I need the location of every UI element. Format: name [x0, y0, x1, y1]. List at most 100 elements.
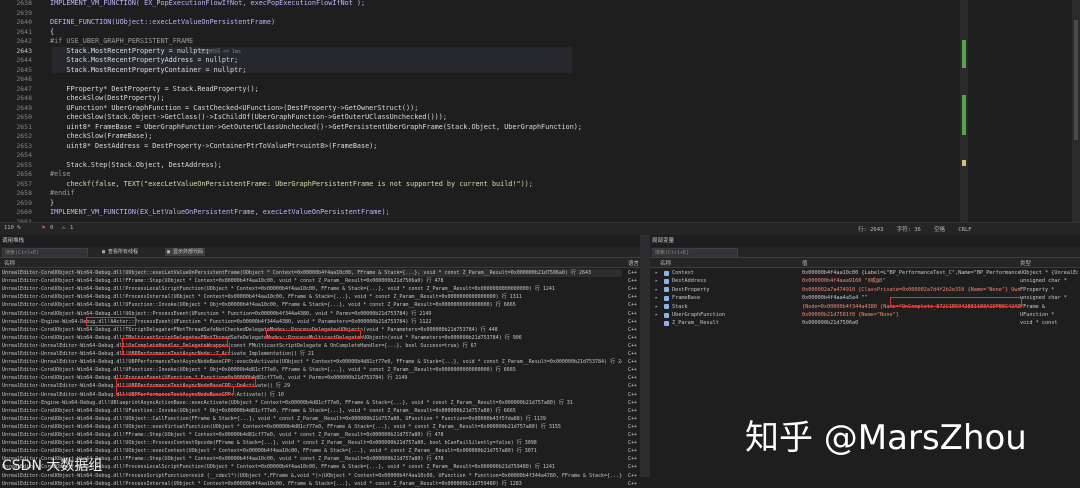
- code-line[interactable]: checkSlow(Stack.Object->GetClass()->IsCh…: [50, 113, 447, 123]
- variable-name[interactable]: UberGraphFunction: [672, 311, 725, 319]
- variable-name[interactable]: Stack: [672, 303, 688, 311]
- code-line[interactable]: #if USE_UBER_GRAPH_PERSISTENT_FRAME: [50, 37, 193, 47]
- locals-header: 名称 值 类型: [650, 258, 1080, 268]
- call-stack-search-input[interactable]: 搜索(Ctrl+E): [2, 248, 88, 258]
- line-number[interactable]: 2653: [6, 142, 32, 152]
- code-line[interactable]: #endif: [50, 189, 75, 199]
- line-number[interactable]: 2650: [6, 113, 32, 123]
- line-number[interactable]: 2652: [6, 132, 32, 142]
- show-external-code-button[interactable]: ▣ 显示外部代码: [165, 248, 206, 256]
- call-stack-row[interactable]: UnrealEditor-CoreUObject-Win64-Debug.dll…: [2, 285, 622, 293]
- line-number[interactable]: 2646: [6, 75, 32, 85]
- line-number[interactable]: 2655: [6, 161, 32, 171]
- line-number[interactable]: 2648: [6, 94, 32, 104]
- line-number[interactable]: 2659: [6, 199, 32, 209]
- line-number[interactable]: 2647: [6, 85, 32, 95]
- variable-value[interactable]: 0x000002a7a474910 {ClassPrivate=0x000002…: [802, 286, 1020, 294]
- name-column-header[interactable]: 名称: [4, 259, 15, 267]
- call-stack-row[interactable]: UnrealEditor-UnrealEditor-Win64-Debug.dl…: [2, 391, 622, 399]
- code-line[interactable]: #else: [50, 170, 70, 180]
- call-stack-row[interactable]: UnrealEditor-CoreUObject-Win64-Debug.dll…: [2, 374, 622, 382]
- call-stack-header: 名称 语言: [0, 258, 640, 268]
- variable-type: UFunction *: [1020, 312, 1055, 318]
- code-line[interactable]: FProperty* DestProperty = Stack.ReadProp…: [50, 85, 258, 95]
- line-number[interactable]: 2641: [6, 28, 32, 38]
- cursor-position: 行: 2643 字符: 36 空格 CRLF: [858, 227, 972, 233]
- call-stack-row[interactable]: UnrealEditor-CoreUObject-Win64-Debug.dll…: [2, 269, 622, 278]
- expand-chevron-icon[interactable]: ▸: [655, 294, 658, 302]
- call-stack-row[interactable]: UnrealEditor-CoreUObject-Win64-Debug.dll…: [2, 439, 622, 447]
- call-stack-row[interactable]: UnrealEditor-CoreUObject-Win64-Debug.dll…: [2, 293, 622, 301]
- line-number[interactable]: 2639: [6, 9, 32, 19]
- line-number[interactable]: 2657: [6, 180, 32, 190]
- code-line[interactable]: uint8* DestAddress = DestProperty->Conta…: [50, 142, 377, 152]
- line-number[interactable]: 2640: [6, 18, 32, 28]
- code-line[interactable]: UFunction* UberGraphFunction = CastCheck…: [50, 104, 418, 114]
- code-line[interactable]: checkSlow(FrameBase);: [50, 132, 152, 142]
- expand-chevron-icon[interactable]: ▸: [655, 311, 658, 319]
- line-number[interactable]: 2660: [6, 208, 32, 218]
- variable-value[interactable]: 0x000000b21d7506a0: [802, 319, 1020, 327]
- line-number[interactable]: 2658: [6, 189, 32, 199]
- call-stack-row[interactable]: UnrealEditor-CoreUObject-Win64-Debug.dll…: [2, 431, 622, 439]
- line-number[interactable]: 2651: [6, 123, 32, 133]
- line-number[interactable]: 2642: [6, 37, 32, 47]
- code-line[interactable]: Stack.MostRecentPropertyAddress = nullpt…: [50, 56, 238, 66]
- error-icon[interactable]: ✖: [42, 225, 45, 231]
- call-stack-row[interactable]: UnrealEditor-CoreUObject-Win64-Debug.dll…: [2, 423, 622, 431]
- line-number[interactable]: 2649: [6, 104, 32, 114]
- call-stack-lang: C++: [628, 432, 638, 438]
- show-all-threads-button[interactable]: ▦ 查看所有线程: [100, 248, 140, 256]
- expand-chevron-icon[interactable]: ▸: [655, 303, 658, 311]
- lang-column-header[interactable]: 语言: [628, 259, 639, 267]
- line-number[interactable]: 2654: [6, 151, 32, 161]
- line-number[interactable]: 2643: [6, 47, 32, 57]
- warning-icon[interactable]: ⚠: [62, 225, 65, 231]
- call-stack-row[interactable]: UnrealEditor-UnrealEditor-Win64-Debug.dl…: [2, 358, 622, 366]
- code-line[interactable]: checkSlow(DestProperty);: [50, 94, 164, 104]
- line-number[interactable]: 2656: [6, 170, 32, 180]
- variable-value[interactable]: 0x00000b4f4aa10c00 {Label=L"BP_Performan…: [802, 269, 1020, 277]
- variable-value[interactable]: 0x000000b4f4aaa9160 "0或@8": [802, 277, 1020, 285]
- editor-scroll-thumb[interactable]: [1074, 20, 1078, 140]
- var-value-header[interactable]: 值: [802, 259, 808, 267]
- variable-name[interactable]: DestProperty: [672, 286, 709, 294]
- code-line[interactable]: IMPLEMENT_VM_FUNCTION(EX_LetValueOnPersi…: [50, 208, 390, 218]
- code-line[interactable]: IMPLEMENT_VM_FUNCTION( EX_PopExecutionFl…: [50, 0, 365, 9]
- call-stack-row[interactable]: UnrealEditor-CoreUObject-Win64-Debug.dll…: [2, 480, 622, 488]
- line-number[interactable]: 2645: [6, 66, 32, 76]
- call-stack-row[interactable]: UnrealEditor-UnrealEditor-Win64-Debug.dl…: [2, 382, 622, 390]
- var-name-header[interactable]: 名称: [660, 259, 671, 267]
- var-type-header[interactable]: 类型: [1020, 259, 1031, 267]
- call-stack-row[interactable]: UnrealEditor-CoreUObject-Win64-Debug.dll…: [2, 366, 622, 374]
- code-editor[interactable]: 2638 2639 2640 2641 2642 2643 2644 2645 2646 2647…: [0, 0, 1080, 222]
- variable-value[interactable]: 0x00000b21d7501f0 {Name="None"}: [802, 311, 1020, 319]
- variable-name[interactable]: Context: [672, 269, 694, 277]
- call-stack-row[interactable]: UnrealEditor-CoreUObject-Win64-Debug.dll…: [2, 301, 622, 309]
- code-line[interactable]: Stack.Step(Stack.Object, DestAddress);: [50, 161, 222, 171]
- line-number[interactable]: 2644: [6, 56, 32, 66]
- expand-chevron-icon[interactable]: ▸: [655, 286, 658, 294]
- call-stack-row[interactable]: UnrealEditor-UnrealEditor-Win64-Debug.dl…: [2, 350, 622, 358]
- expand-chevron-icon[interactable]: ▸: [655, 277, 658, 285]
- call-stack-row[interactable]: UnrealEditor-CoreUObject-Win64-Debug.dll…: [2, 415, 622, 423]
- code-line[interactable]: {: [50, 28, 54, 38]
- code-line[interactable]: uint8* FrameBase = UberGraphFunction->Ge…: [50, 123, 582, 133]
- expand-chevron-icon[interactable]: ▸: [655, 269, 658, 277]
- line-number[interactable]: 2638: [6, 0, 32, 9]
- zoom-level[interactable]: 110 %: [4, 225, 21, 231]
- variable-name[interactable]: Z_Param__Result: [672, 319, 719, 327]
- call-stack-row[interactable]: UnrealEditor-CoreUObject-Win64-Debug.dll…: [2, 277, 622, 285]
- call-stack-row[interactable]: UnrealEditor-Engine-Win64-Debug.dll!UBlu…: [2, 399, 622, 407]
- code-line[interactable]: Stack.MostRecentProperty = nullptr;: [50, 47, 209, 57]
- variable-name[interactable]: FrameBase: [672, 294, 700, 302]
- code-line[interactable]: checkf(false, TEXT("execLetValueOnPersis…: [50, 180, 533, 190]
- call-stack-row[interactable]: UnrealEditor-CoreUObject-Win64-Debug.dll…: [2, 407, 622, 415]
- panel-divider[interactable]: [640, 235, 650, 477]
- variable-name[interactable]: DestAddress: [672, 277, 706, 285]
- locals-search-input[interactable]: 搜索(Ctrl+E): [652, 248, 738, 258]
- code-line[interactable]: Stack.MostRecentPropertyContainer = null…: [50, 66, 246, 76]
- call-stack-row[interactable]: UnrealEditor-UnrealEditor-Win64-Debug.dl…: [2, 342, 622, 350]
- code-line[interactable]: }: [50, 199, 54, 209]
- code-line[interactable]: DEFINE_FUNCTION(UObject::execLetValueOnP…: [50, 18, 275, 28]
